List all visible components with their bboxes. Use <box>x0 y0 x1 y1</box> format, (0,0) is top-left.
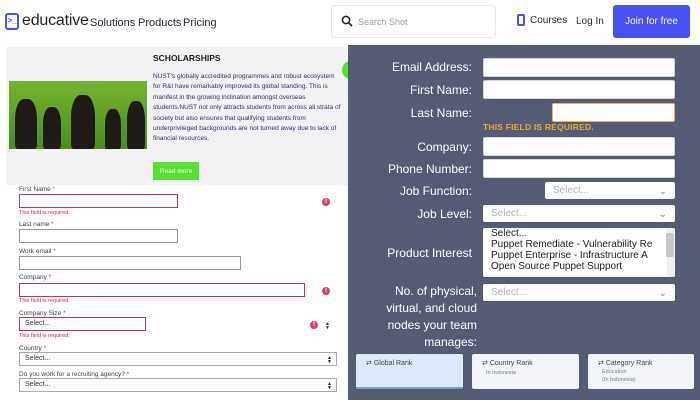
rank-tab-category[interactable]: ⇄ Category Rank Education (In Indonesia) <box>588 354 694 389</box>
company-size-select[interactable]: Select... <box>19 317 146 331</box>
job-function-select[interactable]: Select... ⌄ <box>545 182 675 199</box>
company-size-arrows-icon: ▲ ▼ <box>325 321 330 331</box>
courses-link[interactable]: Courses <box>517 14 567 26</box>
listbox-option[interactable]: Select... <box>483 228 675 239</box>
rank-tab-global[interactable]: ⇄ Global Rank <box>356 354 463 389</box>
chevron-down-icon: ⌄ <box>658 186 667 197</box>
first-name-input-right[interactable] <box>483 80 675 99</box>
job-level-select[interactable]: Select... ⌄ <box>483 205 675 222</box>
work-email-field[interactable] <box>19 256 241 270</box>
rank-tab-country-sub: In Indonesia <box>486 370 516 376</box>
email-input[interactable] <box>483 58 675 77</box>
search-input[interactable] <box>358 14 488 30</box>
select-arrows-icon: ▲ ▼ <box>327 355 332 365</box>
company-size-error-icon: ! <box>310 321 318 329</box>
rank-tab-global-title: ⇄ Global Rank <box>366 360 413 367</box>
email-label: Email Address: <box>391 60 472 74</box>
required-warning: THIS FIELD IS REQUIRED. <box>483 122 594 132</box>
scholarship-text: NUST's globally accredited programmes an… <box>153 73 341 143</box>
phone-input[interactable] <box>483 159 675 178</box>
first-name-error: This field is required. <box>19 210 70 216</box>
first-name-error-icon: ! <box>322 198 330 206</box>
company-label-right: Company: <box>417 140 472 154</box>
nodes-select[interactable]: Select... ⌄ <box>483 284 675 301</box>
rank-tab-category-sub2: (In Indonesia) <box>602 377 636 383</box>
company-size-error: This field is required. <box>19 333 70 339</box>
students-photo <box>9 81 147 149</box>
company-error-icon: ! <box>322 287 330 295</box>
first-name-label: First Name * <box>19 186 56 193</box>
nodes-label: No. of physical, virtual, and cloud node… <box>386 284 477 349</box>
recruiting-select[interactable]: Select... ▲ ▼ <box>19 378 337 392</box>
nav-link-solutions[interactable]: Solutions <box>90 17 135 29</box>
last-name-input-right[interactable] <box>552 103 675 122</box>
rank-tab-country[interactable]: ⇄ Country Rank In Indonesia <box>472 354 579 389</box>
chevron-down-icon: ⌄ <box>658 288 667 299</box>
top-nav: >_ educative Solutions Products Pricing … <box>0 0 700 45</box>
select-arrows-icon: ▲ ▼ <box>327 381 332 391</box>
listbox-scrollbar[interactable] <box>666 228 675 277</box>
join-for-free-button[interactable]: Join for free <box>613 5 690 38</box>
right-contact-form: Email Address: First Name: Last Name: TH… <box>348 45 700 400</box>
screenshot-collage: >_ educative Solutions Products Pricing … <box>0 0 700 400</box>
search-icon <box>341 15 353 27</box>
chevron-down-icon: ⌄ <box>658 209 667 220</box>
country-label: Country * <box>19 345 47 352</box>
first-name-field[interactable] <box>19 194 178 208</box>
last-name-label-right: Last Name: <box>410 106 472 120</box>
job-level-label: Job Level: <box>417 207 472 221</box>
product-interest-listbox[interactable]: Select... Puppet Remediate - Vulnerabili… <box>483 228 675 277</box>
search-box[interactable] <box>331 5 496 38</box>
company-input-right[interactable] <box>483 137 675 156</box>
last-name-label: Last name * <box>19 221 54 228</box>
first-name-label-right: First Name: <box>409 83 472 97</box>
listbox-option[interactable]: Open Source Puppet Support <box>483 261 675 272</box>
scholarship-title: SCHOLARSHIPS <box>153 53 221 63</box>
educative-logo-icon: >_ <box>5 12 19 30</box>
company-field[interactable] <box>19 283 305 297</box>
book-icon <box>517 14 525 26</box>
login-link[interactable]: Log In <box>576 16 604 27</box>
nav-link-pricing[interactable]: Pricing <box>183 17 217 29</box>
recruiting-label: Do you work for a recruiting agency? * <box>19 371 130 378</box>
company-error: This field is required. <box>19 298 70 304</box>
scholarship-card: SCHOLARSHIPS NUST's globally accredited … <box>6 47 348 185</box>
courses-label: Courses <box>530 14 568 26</box>
rank-tab-category-title: ⇄ Category Rank <box>598 360 653 367</box>
country-select[interactable]: Select... ▲ ▼ <box>19 352 337 366</box>
product-interest-label: Product Interest <box>387 246 472 260</box>
rank-tab-country-title: ⇄ Country Rank <box>482 360 533 367</box>
company-size-label: Company Size * <box>19 310 66 317</box>
listbox-option[interactable]: Puppet Remediate - Vulnerability Re <box>483 239 675 250</box>
job-function-label: Job Function: <box>399 184 472 198</box>
company-label: Company * <box>19 274 52 281</box>
listbox-option[interactable]: Puppet Enterprise - Infrastructure A <box>483 250 675 261</box>
phone-label: Phone Number: <box>387 162 472 176</box>
read-more-button[interactable]: Read more <box>153 162 199 180</box>
logo-text: educative <box>22 12 89 29</box>
work-email-label: Work email * <box>19 248 56 255</box>
nav-link-products[interactable]: Products <box>138 17 181 29</box>
educative-logo[interactable]: >_ educative <box>5 12 89 30</box>
last-name-field[interactable] <box>19 229 178 243</box>
rank-tab-category-sub1: Education <box>602 369 627 375</box>
left-signup-panel: SCHOLARSHIPS NUST's globally accredited … <box>0 45 354 400</box>
